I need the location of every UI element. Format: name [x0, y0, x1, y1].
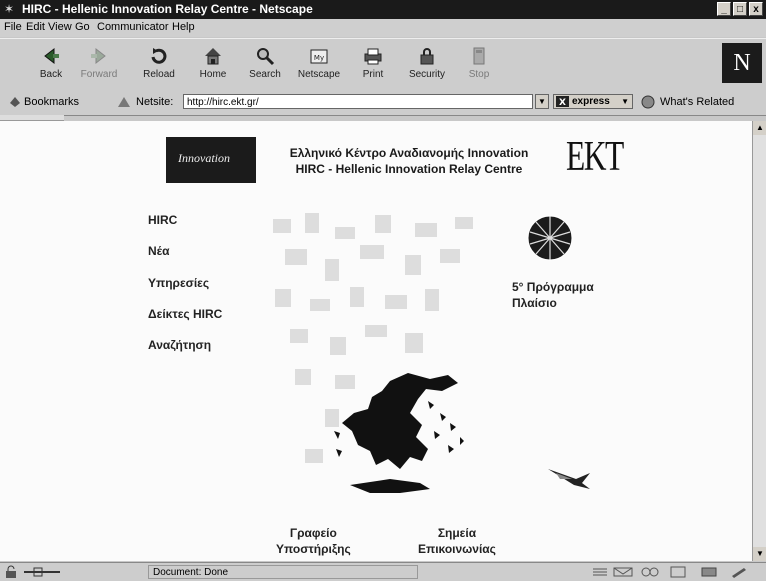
url-input[interactable]: http://hirc.ekt.gr/ [183, 94, 533, 109]
ekt-logo[interactable]: EKT [566, 133, 624, 181]
navigation-toolbar: Back Forward Reload Home Search My Netsc… [0, 38, 766, 92]
nav-link-hirc[interactable]: HIRC [148, 213, 177, 227]
back-arrow-icon [44, 47, 59, 65]
close-button[interactable]: x [749, 2, 763, 16]
browser-window: ✶ HIRC - Hellenic Innovation Relay Centr… [0, 0, 766, 581]
maximize-button[interactable]: □ [733, 2, 747, 16]
window-controls: _ □ x [717, 2, 763, 16]
navigator-component-icon[interactable] [592, 566, 608, 578]
support-office-link[interactable]: Γραφείο Υποστήριξης [276, 525, 351, 557]
svg-text:My: My [314, 54, 324, 62]
reload-label: Reload [143, 69, 175, 80]
status-text: Document: Done [148, 565, 418, 579]
discussion-component-icon[interactable] [640, 566, 660, 578]
stop-button[interactable]: Stop [456, 43, 502, 87]
location-toolbar: Bookmarks Netsite: http://hirc.ekt.gr/ ▼… [0, 91, 766, 116]
heading-greek: Ελληνικό Κέντρο Αναδιανομής Innovation [289, 146, 529, 160]
nav-link-indicators[interactable]: Δείκτες HIRC [148, 307, 222, 321]
forward-label: Forward [80, 69, 118, 80]
edit-pencil-icon[interactable] [730, 566, 748, 578]
home-icon [205, 48, 221, 65]
print-label: Print [362, 69, 384, 80]
status-bar: Document: Done [0, 562, 766, 581]
framework-programme-globe-icon[interactable] [526, 214, 574, 262]
netscape-logo: N [722, 43, 762, 83]
minimize-button[interactable]: _ [717, 2, 731, 16]
menu-bar: File Edit View Go Communicator Help [0, 19, 766, 37]
nav-link-services[interactable]: Υπηρεσίες [148, 276, 209, 290]
search-button[interactable]: Search [242, 43, 288, 87]
contact-points-link[interactable]: Σημεία Επικοινωνίας [418, 525, 496, 557]
nav-link-search[interactable]: Αναζήτηση [148, 338, 211, 352]
back-label: Back [39, 69, 63, 80]
vertical-scrollbar[interactable]: ▲ ▼ [752, 121, 766, 561]
security-button[interactable]: Security [404, 43, 450, 87]
express-icon: X [556, 96, 569, 107]
home-button[interactable]: Home [190, 43, 236, 87]
security-status-icon[interactable] [4, 565, 18, 579]
express-dropdown-icon: ▼ [621, 97, 629, 106]
back-button[interactable]: Back [28, 43, 74, 87]
netscape-app-icon: ✶ [4, 2, 15, 16]
scroll-up-arrow-icon[interactable]: ▲ [753, 121, 766, 135]
print-icon [364, 48, 382, 65]
mail-component-icon[interactable] [612, 566, 634, 578]
innovation-logo-text: Innovation [178, 151, 230, 165]
heading-english: HIRC - Hellenic Innovation Relay Centre [295, 162, 523, 176]
bookmarks-button[interactable]: Bookmarks [24, 96, 79, 108]
greece-map-image [334, 373, 464, 493]
netscape-icon: My [310, 49, 328, 64]
framework-programme-link[interactable]: 5° Πρόγραμμα Πλαίσιο [512, 279, 594, 311]
scroll-down-arrow-icon[interactable]: ▼ [753, 547, 766, 561]
support-office-line2: Υποστήριξης [276, 542, 351, 556]
netscape-label: Netscape [297, 69, 341, 80]
print-button[interactable]: Print [350, 43, 396, 87]
contact-points-line2: Επικοινωνίας [418, 542, 496, 556]
express-label: express [572, 96, 610, 107]
menu-edit[interactable]: Edit [26, 21, 45, 33]
menu-help[interactable]: Help [172, 21, 195, 33]
whats-related-button[interactable]: What's Related [660, 96, 734, 108]
contact-points-line1: Σημεία [437, 526, 477, 540]
reload-icon [151, 48, 167, 64]
menu-go[interactable]: Go [75, 21, 90, 33]
innovation-logo[interactable]: Innovation [166, 137, 256, 183]
bird-logo-icon[interactable] [546, 467, 592, 491]
search-icon [257, 48, 275, 66]
reload-button[interactable]: Reload [136, 43, 182, 87]
composer-component-icon[interactable] [668, 566, 688, 578]
netsite-label: Netsite: [136, 96, 174, 108]
menu-file[interactable]: File [4, 21, 22, 33]
menu-communicator[interactable]: Communicator [97, 21, 169, 33]
forward-arrow-icon [91, 47, 106, 65]
express-button[interactable]: X express ▼ [553, 94, 633, 109]
window-title: HIRC - Hellenic Innovation Relay Centre … [22, 2, 313, 16]
support-office-line1: Γραφείο [289, 526, 337, 540]
whats-related-icon [641, 95, 655, 109]
page-heading: Ελληνικό Κέντρο Αναδιανομής Innovation H… [276, 145, 542, 177]
framework-programme-line2: Πλαίσιο [512, 296, 557, 310]
netscape-button[interactable]: My Netscape [296, 43, 342, 87]
framework-programme-line1: 5° Πρόγραμμα [512, 280, 594, 294]
connection-status-icon [24, 567, 60, 577]
lock-icon [420, 48, 434, 65]
title-bar: ✶ HIRC - Hellenic Innovation Relay Centr… [0, 0, 766, 19]
url-dropdown-button[interactable]: ▼ [535, 94, 549, 109]
svg-text:X: X [559, 98, 566, 107]
home-label: Home [199, 69, 227, 80]
page-settings-icon[interactable] [700, 566, 718, 578]
stop-label: Stop [468, 69, 490, 80]
page-proxy-icon[interactable] [116, 95, 132, 109]
nav-link-news[interactable]: Νέα [148, 244, 169, 258]
security-label: Security [408, 69, 446, 80]
bookmarks-icon [10, 97, 20, 107]
menu-view[interactable]: View [48, 21, 72, 33]
stop-icon [473, 47, 485, 65]
forward-button[interactable]: Forward [76, 43, 122, 87]
page-content: Innovation Ελληνικό Κέντρο Αναδιανομής I… [0, 121, 752, 561]
search-label: Search [249, 69, 281, 80]
